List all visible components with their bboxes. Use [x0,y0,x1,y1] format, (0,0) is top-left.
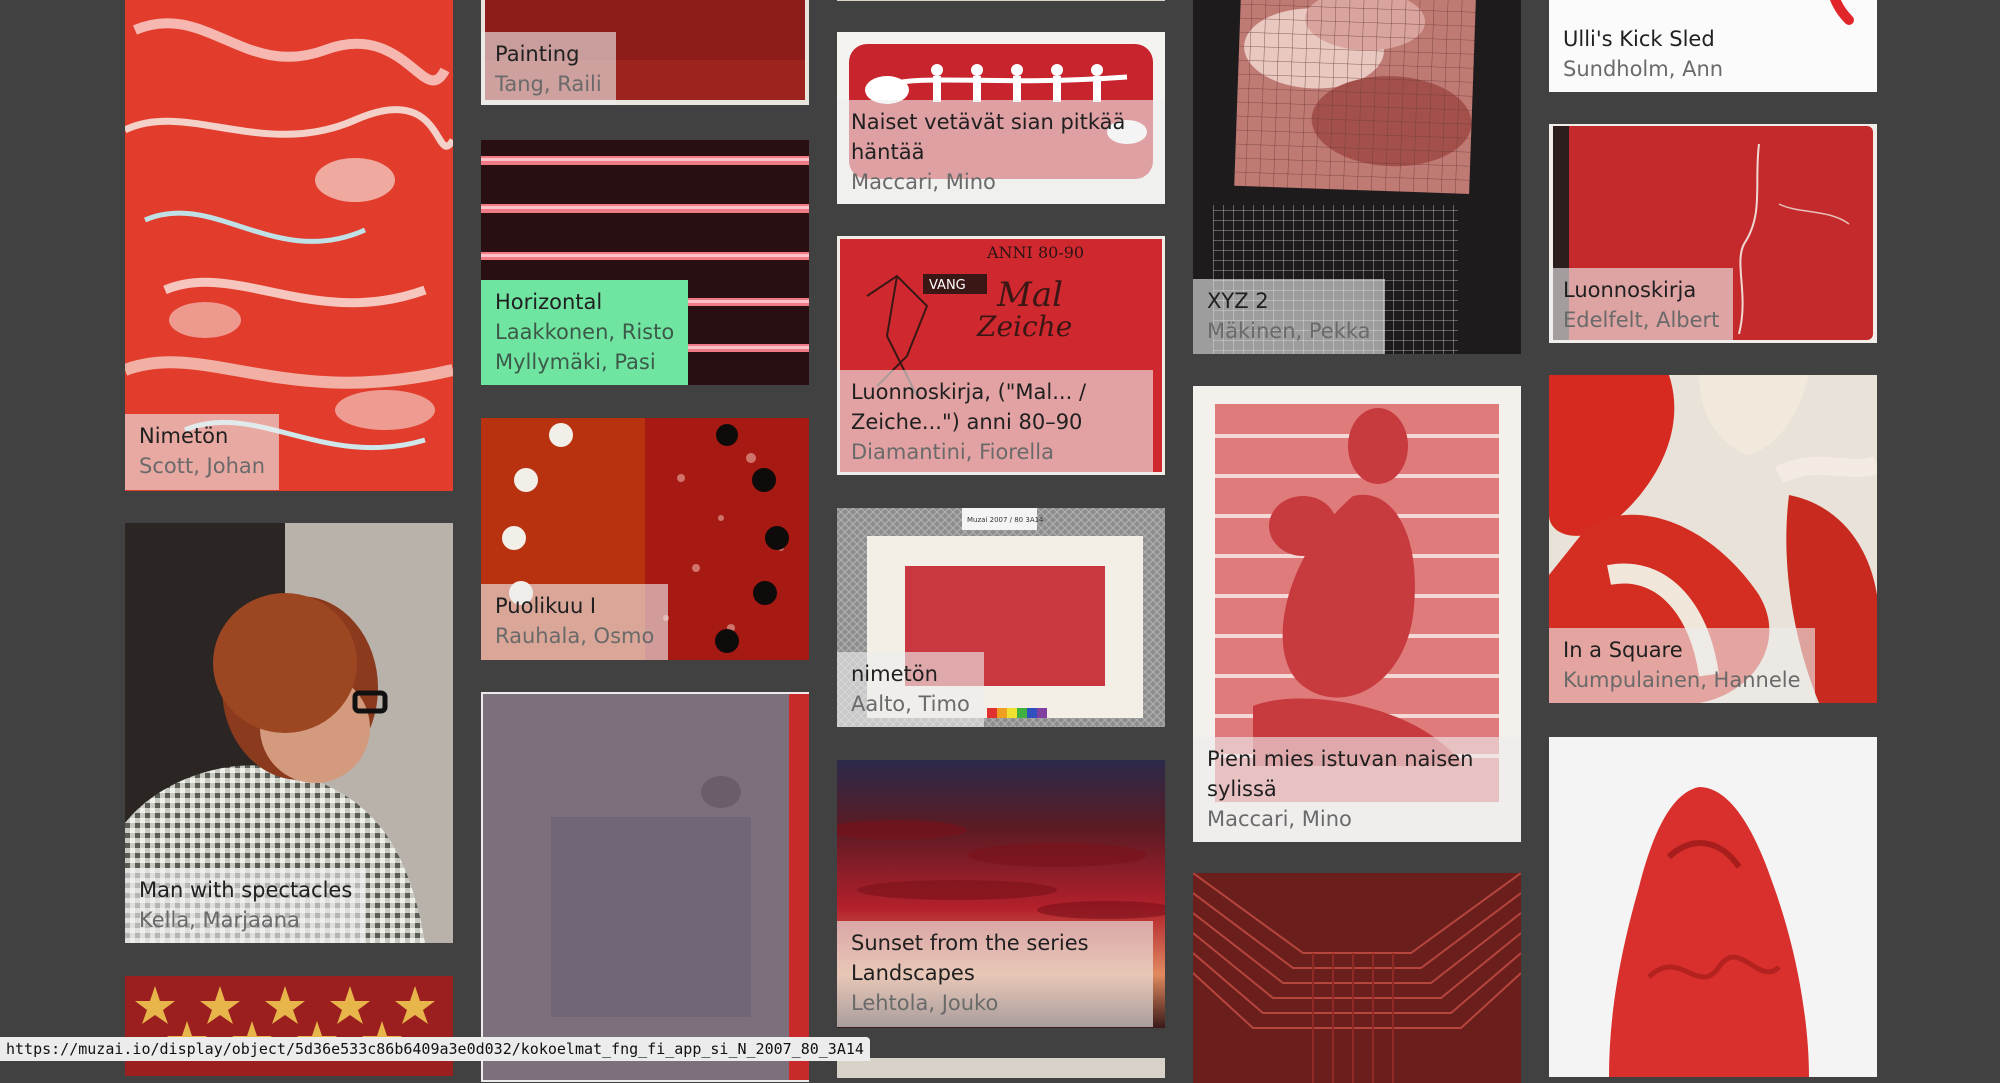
artwork-card-xyz2[interactable]: XYZ 2 Mäkinen, Pekka [1193,0,1521,354]
artwork-title: Luonnoskirja, ("Mal... / Zeiche...") ann… [851,380,1087,434]
artwork-caption: Luonnoskirja Edelfelt, Albert [1549,268,1734,343]
artwork-card-puolikuu[interactable]: Puolikuu I Rauhala, Osmo [481,418,809,660]
artwork-caption: Nimetön Scott, Johan [125,414,280,490]
artwork-title: Luonnoskirja [1563,278,1697,302]
artwork-card-sunset[interactable]: Sunset from the series Landscapes Lehtol… [837,760,1165,1028]
artwork-card-pieni-mies[interactable]: Pieni mies istuvan naisen sylissä Maccar… [1193,386,1521,842]
artwork-title: Nimetön [139,424,229,448]
artwork-image [1193,873,1521,1083]
artwork-image [837,0,1165,1]
artwork-card-luonnoskirja-edelfelt[interactable]: Luonnoskirja Edelfelt, Albert [1549,124,1877,343]
sketch-cover-title-line1: Mal [996,275,1063,315]
artwork-artist: Rauhala, Osmo [495,624,655,648]
artwork-card-nimeton-scott[interactable]: Nimetön Scott, Johan [125,0,453,491]
artwork-artist: Mäkinen, Pekka [1207,319,1371,343]
artwork-artist: Diamantini, Fiorella [851,440,1054,464]
artwork-card-red-cloth[interactable] [1549,737,1877,1077]
link-status-bar: https://muzai.io/display/object/5d36e533… [0,1037,870,1061]
artwork-card-painting[interactable]: Painting Tang, Raili [481,0,809,105]
artwork-image [837,1058,1165,1078]
sketch-cover-handwriting: ANNI 80-90 [986,243,1084,262]
artwork-artist: Sundholm, Ann [1563,57,1724,81]
artwork-artist: Maccari, Mino [1207,807,1352,831]
artwork-artist: Kella, Marjaana [139,908,300,932]
artwork-title: Horizontal [495,290,603,314]
artwork-caption: nimetön Aalto, Timo [837,652,984,727]
artwork-title: Naiset vetävät sian pitkää häntää [851,110,1126,164]
artwork-caption: Puolikuu I Rauhala, Osmo [481,584,669,660]
label-sticker: Muzai 2007 / 80 3A14 [967,516,1044,524]
artwork-card-bottom-strip[interactable] [837,1058,1165,1078]
artwork-artist: Maccari, Mino [851,170,996,194]
artwork-artist: Aalto, Timo [851,692,970,716]
artwork-card-ullis-kick-sled[interactable]: Ulli's Kick Sled Sundholm, Ann [1549,0,1877,92]
artwork-caption: Pieni mies istuvan naisen sylissä Maccar… [1193,737,1521,842]
artwork-title: nimetön [851,662,938,686]
artwork-caption: Ulli's Kick Sled Sundholm, Ann [1549,17,1737,92]
artwork-image [1549,737,1877,1077]
artwork-artist: Edelfelt, Albert [1563,308,1720,332]
artwork-title: Man with spectacles [139,878,353,902]
artwork-artist: Kumpulainen, Hannele [1563,668,1801,692]
artwork-card-naiset-vetavat[interactable]: Naiset vetävät sian pitkää häntää Maccar… [837,32,1165,204]
artwork-card-stars[interactable] [125,976,453,1076]
artwork-artist: Laakkonen, Risto [495,320,675,344]
artwork-artist: Scott, Johan [139,454,266,478]
artwork-caption: Luonnoskirja, ("Mal... / Zeiche...") ann… [837,370,1153,475]
artwork-caption-highlighted: Horizontal Laakkonen, Risto Myllymäki, P… [481,280,689,385]
artwork-artist: Tang, Raili [495,72,602,96]
artwork-artist: Myllymäki, Pasi [495,350,656,374]
artwork-title: Puolikuu I [495,594,597,618]
artwork-card-luonnoskirja-mal-zeiche[interactable]: ANNI 80-90 VANG Mal Zeiche Luonnoskirja,… [837,236,1165,475]
sketch-cover-title-line2: Zeiche [976,310,1072,343]
artwork-card-top-strip[interactable] [837,0,1165,1]
artwork-caption: Man with spectacles Kella, Marjaana [125,868,367,943]
artwork-card-man-with-spectacles[interactable]: Man with spectacles Kella, Marjaana [125,523,453,943]
artwork-title: Ulli's Kick Sled [1563,27,1715,51]
artwork-card-in-a-square[interactable]: In a Square Kumpulainen, Hannele [1549,375,1877,703]
artwork-caption: Painting Tang, Raili [481,32,616,105]
artwork-image [125,976,453,1076]
artwork-title: XYZ 2 [1207,289,1269,313]
artwork-title: In a Square [1563,638,1683,662]
artwork-title: Pieni mies istuvan naisen sylissä [1207,747,1474,801]
artwork-card-grey-book[interactable] [481,692,809,1082]
artwork-title: Sunset from the series Landscapes [851,931,1089,985]
artwork-title: Painting [495,42,580,66]
artwork-caption: Sunset from the series Landscapes Lehtol… [837,921,1153,1027]
artwork-caption: In a Square Kumpulainen, Hannele [1549,628,1815,703]
artwork-card-red-lines[interactable] [1193,873,1521,1083]
artwork-image [481,692,809,1082]
artwork-card-horizontal[interactable]: Horizontal Laakkonen, Risto Myllymäki, P… [481,140,809,385]
artwork-caption: Naiset vetävät sian pitkää häntää Maccar… [837,100,1165,204]
artwork-caption: XYZ 2 Mäkinen, Pekka [1193,279,1385,354]
sketch-cover-tag: VANG [929,278,966,293]
artwork-artist: Lehtola, Jouko [851,991,999,1015]
artwork-card-nimeton-aalto[interactable]: Muzai 2007 / 80 3A14 nimetön Aalto, Timo [837,508,1165,727]
